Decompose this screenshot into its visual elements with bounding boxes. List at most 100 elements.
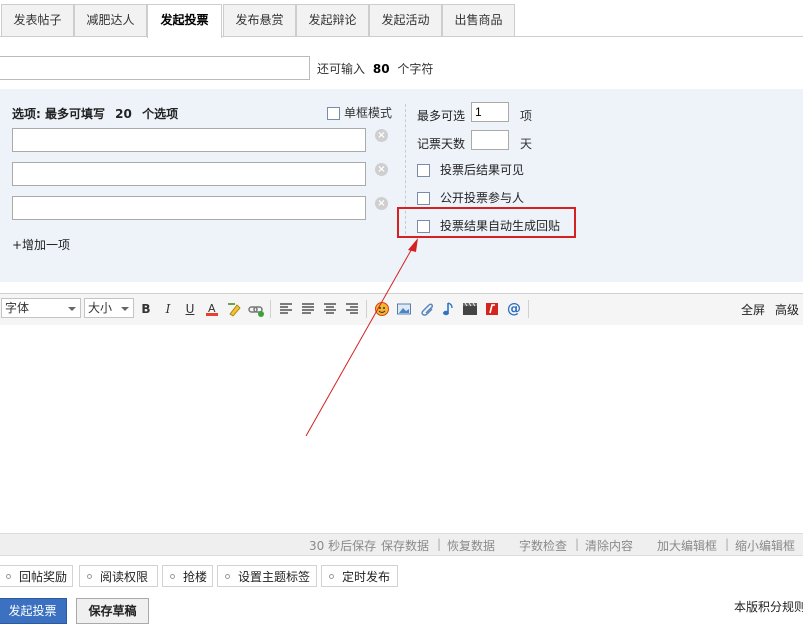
align-center-icon[interactable] [322, 301, 338, 317]
vote-days-label: 记票天数 [417, 137, 466, 151]
poll-option-input[interactable] [12, 196, 366, 220]
italic-button[interactable]: I [160, 301, 176, 317]
shrink-editor-link[interactable]: 缩小编辑框 [735, 537, 795, 554]
tab-debate[interactable]: 发起辩论 [296, 4, 369, 36]
editor-toolbar: 字体 大小 B I U A @ 全屏 高级 [0, 293, 803, 326]
remove-option-icon[interactable]: × [375, 163, 388, 176]
link-icon[interactable] [248, 301, 264, 317]
restore-data-link[interactable]: 恢复数据 [447, 537, 495, 554]
options-max-count: 20 [115, 107, 132, 121]
tab-reward[interactable]: 发布悬赏 [223, 4, 296, 36]
single-mode-checkbox[interactable] [327, 107, 340, 120]
font-size-select[interactable]: 大小 [84, 298, 134, 318]
flash-icon[interactable] [484, 301, 500, 317]
bold-button[interactable]: B [138, 301, 154, 317]
max-choices-input[interactable] [471, 102, 509, 122]
publish-poll-button[interactable]: 发起投票 [0, 598, 67, 624]
emoji-icon[interactable] [374, 301, 390, 317]
status-separator: | [575, 537, 580, 551]
reply-reward-label: 回帖奖励 [19, 570, 68, 584]
toolbar-separator [270, 300, 271, 318]
remove-option-icon[interactable]: × [375, 129, 388, 142]
bullet-icon [170, 574, 175, 579]
enlarge-editor-link[interactable]: 加大编辑框 [657, 537, 717, 554]
single-mode-label: 单框模式 [344, 106, 393, 120]
options-header: 选项: 最多可填写 20 个选项 [12, 105, 178, 122]
clear-content-link[interactable]: 清除内容 [585, 537, 633, 554]
subject-input[interactable] [0, 56, 310, 80]
options-header-prefix: 选项: 最多可填写 [12, 107, 105, 121]
editor-status-bar: 30 秒后保存 保存数据 | 恢复数据 字数检查 | 清除内容 加大编辑框 | … [0, 533, 803, 556]
align-justify-icon[interactable] [300, 301, 316, 317]
public-voters-label: 公开投票参与人 [440, 191, 525, 205]
visible-after-vote-option[interactable]: 投票后结果可见 [417, 161, 524, 178]
word-check-link[interactable]: 字数检查 [519, 537, 567, 554]
editor-content-area[interactable] [0, 325, 803, 533]
poll-settings-panel: 选项: 最多可填写 20 个选项 单框模式 × × × +增加一项 最多可选 项… [0, 89, 803, 282]
tab-post[interactable]: 发表帖子 [1, 4, 74, 36]
max-choices-label: 最多可选 [417, 109, 466, 123]
status-separator: | [437, 537, 442, 551]
underline-button[interactable]: U [182, 301, 198, 317]
grab-floor-label: 抢楼 [183, 570, 208, 584]
align-right-icon[interactable] [344, 301, 360, 317]
read-permission-button[interactable]: 阅读权限 [79, 565, 158, 587]
add-option-link[interactable]: +增加一项 [12, 236, 70, 253]
remove-option-icon[interactable]: × [375, 197, 388, 210]
public-voters-checkbox[interactable] [417, 192, 430, 205]
max-choices-unit: 项 [520, 109, 533, 123]
vote-days-unit: 天 [520, 137, 533, 151]
save-data-link[interactable]: 保存数据 [381, 537, 429, 554]
forum-rules-link[interactable]: 本版积分规则 [734, 598, 803, 615]
font-color-icon[interactable]: A [204, 301, 220, 317]
char-count-value: 80 [372, 62, 390, 76]
video-icon[interactable] [462, 301, 478, 317]
post-type-tabs: 发表帖子 减肥达人 发起投票 发布悬赏 发起辩论 发起活动 出售商品 [0, 0, 803, 38]
public-voters-option[interactable]: 公开投票参与人 [417, 189, 524, 206]
char-count-prefix: 还可输入 [317, 62, 366, 76]
char-count-suffix: 个字符 [397, 62, 434, 76]
attachment-icon[interactable] [418, 301, 434, 317]
tab-poll[interactable]: 发起投票 [147, 4, 222, 38]
bullet-icon [87, 574, 92, 579]
bullet-icon [6, 574, 11, 579]
annotation-highlight-box [397, 207, 576, 238]
mention-icon[interactable]: @ [506, 301, 522, 317]
chevron-down-icon [121, 307, 129, 311]
vote-days-input[interactable] [471, 130, 509, 150]
scheduled-publish-label: 定时发布 [342, 570, 391, 584]
poll-option-input[interactable] [12, 128, 366, 152]
topic-tags-label: 设置主题标签 [238, 570, 311, 584]
single-mode-toggle[interactable]: 单框模式 [327, 104, 392, 121]
image-icon[interactable] [396, 301, 412, 317]
grab-floor-button[interactable]: 抢楼 [162, 565, 213, 587]
visible-after-vote-checkbox[interactable] [417, 164, 430, 177]
highlight-icon[interactable] [226, 301, 242, 317]
tab-sell[interactable]: 出售商品 [442, 4, 515, 36]
options-header-suffix: 个选项 [142, 107, 179, 121]
align-left-icon[interactable] [278, 301, 294, 317]
tab-activity[interactable]: 发起活动 [369, 4, 442, 36]
subject-char-count: 还可输入 80 个字符 [317, 60, 433, 77]
font-size-select-value: 大小 [88, 301, 113, 315]
save-draft-button[interactable]: 保存草稿 [76, 598, 149, 624]
topic-tags-button[interactable]: 设置主题标签 [217, 565, 317, 587]
toolbar-separator [528, 300, 529, 318]
bullet-icon [225, 574, 230, 579]
reply-reward-button[interactable]: 回帖奖励 [0, 565, 73, 587]
toolbar-separator [366, 300, 367, 318]
font-family-select-value: 字体 [5, 301, 30, 315]
fullscreen-button[interactable]: 全屏 [741, 301, 765, 318]
scheduled-publish-button[interactable]: 定时发布 [321, 565, 398, 587]
bullet-icon [329, 574, 334, 579]
poll-option-input[interactable] [12, 162, 366, 186]
chevron-down-icon [68, 307, 76, 311]
visible-after-vote-label: 投票后结果可见 [440, 163, 525, 177]
autosave-status: 30 秒后保存 [309, 539, 377, 553]
tab-diet[interactable]: 减肥达人 [74, 4, 147, 36]
status-separator: | [725, 537, 730, 551]
advanced-button[interactable]: 高级 [775, 301, 799, 318]
font-family-select[interactable]: 字体 [1, 298, 81, 318]
music-icon[interactable] [440, 301, 456, 317]
read-permission-label: 阅读权限 [100, 570, 149, 584]
